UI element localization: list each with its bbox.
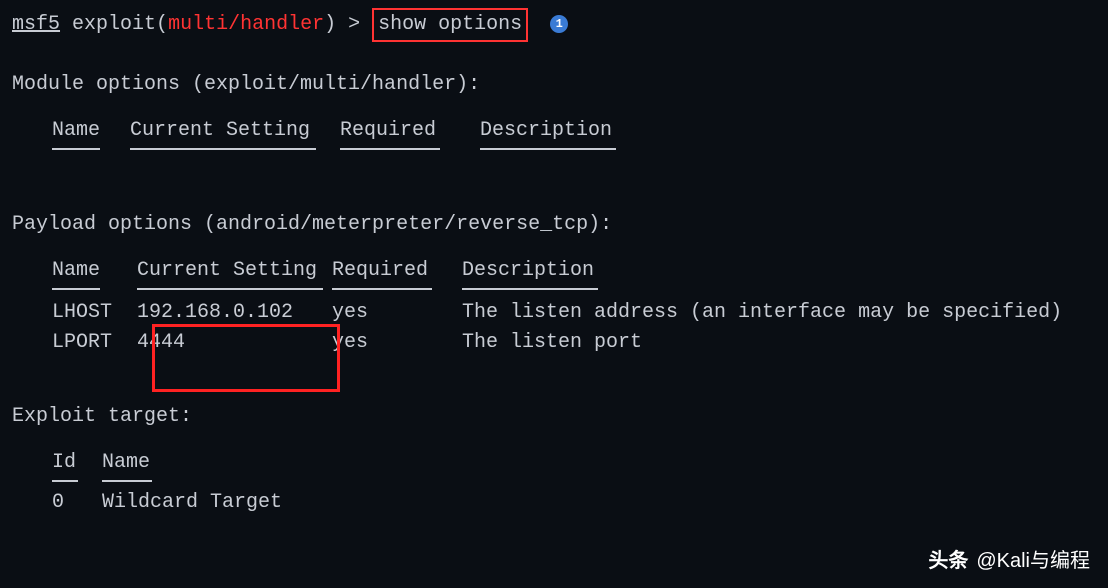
watermark-brand-icon: 头条 — [928, 546, 968, 576]
cell-required: yes — [332, 298, 462, 328]
cell-name: LPORT — [52, 328, 137, 358]
col-header-description: Description — [480, 116, 630, 146]
watermark: 头条 @Kali与编程 — [928, 546, 1090, 576]
col-header-name: Name — [52, 116, 110, 146]
cell-description: The listen port — [462, 328, 1096, 358]
prompt-prefix: msf5 — [12, 13, 60, 36]
cell-setting: 192.168.0.102 — [137, 298, 332, 328]
payload-options-table: Name Current Setting Required Descriptio… — [12, 256, 1096, 358]
col-header-required: Required — [332, 256, 462, 286]
module-options-title: Module options (exploit/multi/handler): — [12, 70, 1096, 100]
cell-description: The listen address (an interface may be … — [462, 298, 1096, 328]
watermark-handle: @Kali与编程 — [976, 546, 1090, 576]
cell-name: LHOST — [52, 298, 137, 328]
cell-required: yes — [332, 328, 462, 358]
exploit-target-title: Exploit target: — [12, 402, 1096, 432]
col-header-name: Name — [52, 256, 137, 286]
cell-setting: 4444 — [137, 328, 332, 358]
cell-id: 0 — [52, 488, 102, 518]
col-header-description: Description — [462, 256, 1096, 286]
annotation-badge-icon: 1 — [550, 15, 568, 33]
col-header-id: Id — [52, 448, 102, 478]
prompt-line[interactable]: msf5 exploit(multi/handler) > show optio… — [12, 8, 1096, 42]
prompt-symbol: > — [348, 13, 360, 36]
table-row: 0 Wildcard Target — [52, 488, 1096, 518]
col-header-setting: Current Setting — [137, 256, 332, 286]
cell-name: Wildcard Target — [102, 488, 1096, 518]
col-header-setting: Current Setting — [130, 116, 320, 146]
module-options-table: Name Current Setting Required Descriptio… — [12, 116, 1096, 150]
module-path: multi/handler — [168, 13, 324, 36]
col-header-required: Required — [340, 116, 460, 146]
col-header-name: Name — [102, 448, 1096, 478]
payload-options-title: Payload options (android/meterpreter/rev… — [12, 210, 1096, 240]
table-row: LHOST 192.168.0.102 yes The listen addre… — [52, 298, 1096, 328]
prompt-exploit-label: exploit(multi/handler) — [72, 13, 348, 36]
table-row: LPORT 4444 yes The listen port — [52, 328, 1096, 358]
command-input-box[interactable]: show options — [372, 8, 528, 42]
exploit-target-table: Id Name 0 Wildcard Target — [12, 448, 1096, 518]
